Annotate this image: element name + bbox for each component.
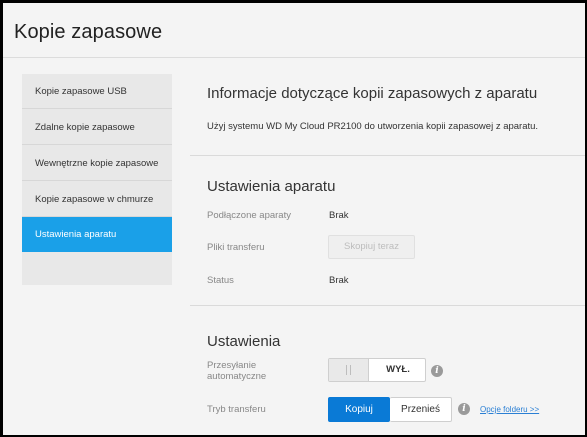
toggle-knob[interactable]	[329, 359, 369, 381]
connected-cameras-value: Brak	[329, 210, 349, 221]
transfer-mode-label: Tryb transferu	[207, 404, 266, 415]
info-icon[interactable]: i	[431, 365, 443, 377]
settings-title: Ustawienia	[207, 333, 281, 350]
status-label: Status	[207, 275, 234, 286]
divider	[190, 155, 585, 156]
copy-now-button[interactable]: Skopiuj teraz	[328, 235, 415, 259]
auto-upload-label-line1: Przesyłanie	[207, 360, 257, 371]
auto-upload-label: Przesyłanie automatyczne	[207, 360, 266, 382]
connected-cameras-label: Podłączone aparaty	[207, 210, 291, 221]
section-title: Informacje dotyczące kopii zapasowych z …	[207, 85, 538, 102]
camera-settings-title: Ustawienia aparatu	[207, 178, 336, 195]
transfer-mode-move-button[interactable]: Przenieś	[390, 397, 452, 422]
auto-upload-toggle-state: WYŁ.	[386, 364, 410, 375]
status-value: Brak	[329, 275, 349, 286]
section-description: Użyj systemu WD My Cloud PR2100 do utwor…	[207, 121, 539, 132]
divider	[190, 305, 585, 306]
info-icon[interactable]: i	[458, 403, 470, 415]
auto-upload-label-line2: automatyczne	[207, 371, 267, 382]
app-window: Kopie zapasowe Kopie zapasowe USB Zdalne…	[3, 3, 585, 435]
grip-line	[350, 365, 351, 375]
transfer-mode-copy-button[interactable]: Kopiuj	[328, 397, 390, 422]
auto-upload-toggle[interactable]: WYŁ.	[328, 358, 426, 382]
transfer-files-label: Pliki transferu	[207, 242, 265, 253]
grip-line	[346, 365, 347, 375]
folder-options-link[interactable]: Opcje folderu >>	[480, 405, 539, 414]
main-content: Informacje dotyczące kopii zapasowych z …	[3, 3, 585, 435]
